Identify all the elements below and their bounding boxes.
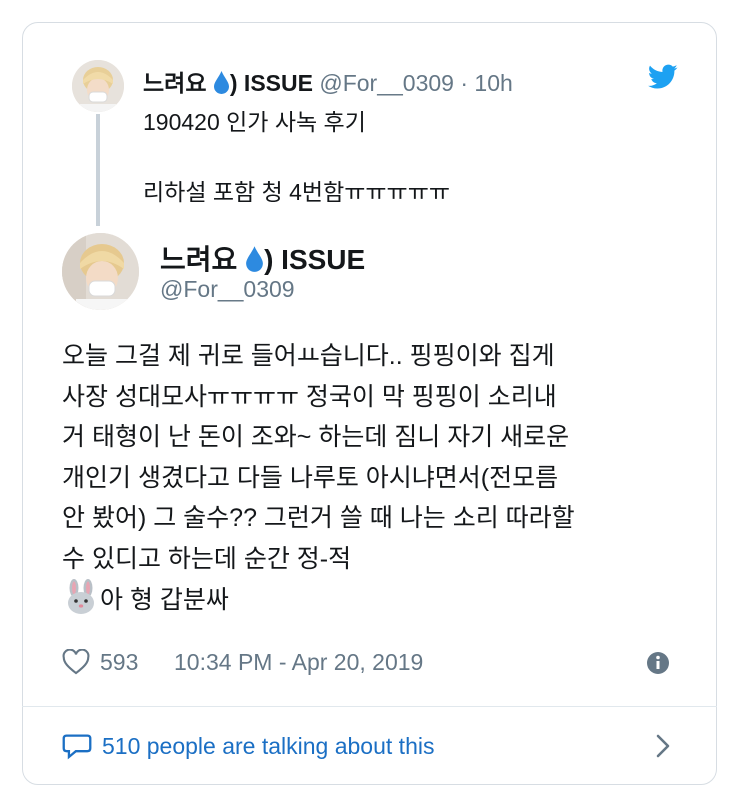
tweet-body: 오늘 그걸 제 귀로 들어ㅛ습니다.. 핑핑이와 집게 사장 성대모사ㅠㅠㅠㅠ … [62,336,575,621]
dot-separator: · [460,70,469,96]
conversation-link[interactable]: 510 people are talking about this [62,728,682,764]
author-handle[interactable]: @For__0309 [160,276,295,303]
tweet-body-line: 거 태형이 난 돈이 조와~ 하는데 짐니 자기 새로운 [62,423,570,451]
tweet-body-line: 수 있디고 하는데 순간 정-적 [62,544,352,573]
water-drop-icon [246,246,263,272]
tweet-timestamp[interactable]: 10:34 PM - Apr 20, 2019 [174,649,423,676]
quoted-text-line-1: 190420 인가 사녹 후기 [143,109,366,135]
quoted-header: 느려요 ) ISSUE @For__0309 · 10h [143,64,513,98]
comment-bubble-icon [62,734,92,760]
quoted-text-line-2: 리하설 포함 청 4번함ㅠㅠㅠㅠㅠ [143,179,451,205]
info-icon[interactable] [646,651,670,675]
water-drop-icon [213,71,229,94]
card-divider [22,706,717,707]
talking-about-link[interactable]: 510 people are talking about this [102,733,434,760]
quoted-name-suffix: ) ISSUE [229,70,313,96]
author-name-suffix: ) ISSUE [264,244,366,275]
author-display-name[interactable]: 느려요 [160,244,237,275]
tweet-last-line-text: 아 형 갑분싸 [100,586,229,614]
tweet-body-line: 개인기 생겼다고 다들 나루토 아시냐면서(전모름 [62,463,559,492]
chevron-right-icon [656,734,670,758]
tweet-body-line: 오늘 그걸 제 귀로 들어ㅛ습니다.. 핑핑이와 집게 [62,342,555,370]
author-name-row: 느려요 ) ISSUE [160,238,365,278]
quoted-time[interactable]: 10h [474,70,512,96]
like-button[interactable]: 593 [62,646,138,678]
heart-icon [62,649,90,675]
quoted-avatar[interactable] [72,60,124,112]
like-count: 593 [100,648,139,675]
twitter-bird-icon[interactable] [648,64,678,90]
tweet-body-last-line: 아 형 갑분싸 [62,579,575,621]
thread-connector [96,114,100,226]
tweet-body-line: 안 봤어) 그 술수?? 그런거 쓸 때 나는 소리 따라할 [62,504,575,532]
quoted-display-name[interactable]: 느려요 [143,70,206,96]
rabbit-face-icon [68,579,94,614]
tweet-body-line: 사장 성대모사ㅠㅠㅠㅠ 정국이 막 핑핑이 소리내 [62,382,557,411]
author-avatar[interactable] [62,233,139,310]
quoted-handle[interactable]: @For__0309 [319,70,454,96]
